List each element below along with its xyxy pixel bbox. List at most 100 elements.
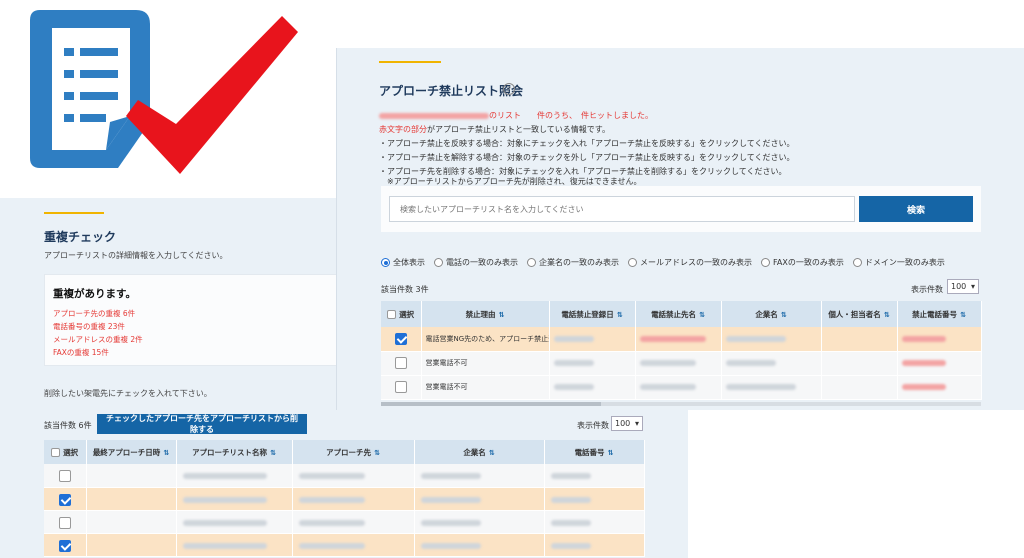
col-list-name[interactable]: アプローチリスト名称 ⇅ [176,440,293,464]
table-row[interactable] [44,510,645,534]
table-header-row: 選択 最終アプローチ日時 ⇅ アプローチリスト名称 ⇅ アプローチ先 ⇅ 企業名 ⇅ 電… [44,440,645,464]
col-company[interactable]: 企業名 ⇅ [414,440,545,464]
redacted-text [420,519,481,526]
col-approach-target[interactable]: アプローチ先 ⇅ [292,440,415,464]
duplicate-item-approach[interactable]: アプローチ先の重複 6件 [53,308,135,319]
instruction-line: ・アプローチ禁止を反映する場合：対象にチェックを入れ「アプローチ禁止を反映する」… [379,139,795,148]
document-list-icon [30,10,150,168]
page-title: 重複チェック [44,230,117,244]
redacted-text [182,519,267,526]
sort-icon[interactable]: ⇅ [699,311,705,319]
scrollbar-thumb[interactable] [381,402,601,406]
sort-icon[interactable]: ⇅ [960,311,966,319]
sort-icon[interactable]: ⇅ [163,449,169,457]
row-checkbox[interactable] [394,381,407,393]
redacted-text [420,496,481,503]
approach-ban-list-panel: アプローチ禁止リスト照会 ? のリスト 件のうち、 件ヒットしました。 赤文字の… [336,48,1024,410]
filter-email[interactable]: メールアドレスの一致のみ表示 [628,257,752,268]
col-ban-target[interactable]: 電話禁止先名 ⇅ [635,301,722,327]
radio-selected[interactable] [381,258,390,267]
result-summary: のリスト 件のうち、 件ヒットしました。 [379,110,653,121]
table-header-row: 選択 禁止理由 ⇅ 電話禁止登録日 ⇅ 電話禁止先名 ⇅ 企業名 ⇅ 個人・担当者名 ⇅ … [381,301,982,327]
table-row[interactable] [44,464,645,488]
sort-icon[interactable]: ⇅ [489,449,495,457]
redacted-text [639,384,696,390]
col-select[interactable]: 選択 [381,301,422,327]
radio[interactable] [434,258,443,267]
table-row[interactable]: 電話営業NG先のため、アプローチ禁止登録 [381,327,982,352]
col-phone[interactable]: 電話番号 ⇅ [544,440,645,464]
filter-fax[interactable]: FAXの一致のみ表示 [761,257,844,268]
search-area: 検索 [381,186,981,232]
sort-icon[interactable]: ⇅ [608,449,614,457]
sort-icon[interactable]: ⇅ [270,449,276,457]
sort-icon[interactable]: ⇅ [374,449,380,457]
redacted-text [725,384,796,390]
sort-icon[interactable]: ⇅ [617,311,623,319]
select-all-checkbox[interactable] [51,448,61,457]
filter-all[interactable]: 全体表示 [381,257,425,268]
select-all-checkbox[interactable] [387,310,397,319]
redacted-text [298,542,365,549]
col-last-approach[interactable]: 最終アプローチ日時 ⇅ [86,440,177,464]
radio[interactable] [527,258,536,267]
horizontal-scrollbar[interactable] [381,402,981,406]
col-ban-reason[interactable]: 禁止理由 ⇅ [421,301,550,327]
search-button[interactable]: 検索 [859,196,973,222]
duplicate-item-phone[interactable]: 電話番号の重複 23件 [53,321,125,332]
row-checkbox[interactable] [58,516,71,529]
ban-reason-cell: 営業電話不可 [421,351,550,376]
ban-reason-cell: 営業電話不可 [421,375,550,400]
table-row[interactable]: 営業電話不可 [381,375,982,400]
per-page-select[interactable]: 100 ▾ [947,279,979,294]
radio[interactable] [852,258,862,267]
redacted-text [298,473,365,480]
col-ban-date[interactable]: 電話禁止登録日 ⇅ [549,301,636,327]
row-checkbox[interactable] [394,332,407,345]
chevron-down-icon: ▾ [970,282,975,291]
chevron-down-icon: ▾ [634,419,639,428]
col-select[interactable]: 選択 [44,440,87,464]
red-checkmark-icon [126,16,298,174]
table-row[interactable] [44,533,645,557]
duplicate-summary-title: 重複があります。 [53,288,136,300]
row-checkbox[interactable] [58,539,71,552]
title-accent-rule [379,61,441,63]
filter-phone[interactable]: 電話の一致のみ表示 [434,257,518,268]
redacted-text [901,384,946,390]
duplicate-item-fax[interactable]: FAXの重複 15件 [53,347,109,358]
redacted-text [298,496,365,503]
row-checkbox[interactable] [58,493,71,506]
row-checkbox[interactable] [58,470,71,483]
help-icon[interactable]: ? [503,83,515,95]
redacted-text [550,473,591,480]
redacted-text [901,335,946,342]
redacted-text [420,473,481,480]
duplicate-item-email[interactable]: メールアドレスの重複 2件 [53,334,143,345]
delete-checked-button[interactable]: チェックしたアプローチ先をアプローチリストから削除する [97,414,307,434]
sort-icon[interactable]: ⇅ [781,311,787,319]
filter-domain[interactable]: ドメイン一致のみ表示 [852,257,945,268]
page-title: アプローチ禁止リスト照会 [379,84,524,98]
redacted-text [639,360,696,366]
table-row[interactable] [44,487,645,511]
filter-company[interactable]: 企業名の一致のみ表示 [527,257,619,268]
table-row[interactable]: 営業電話不可 [381,351,982,376]
radio[interactable] [628,258,637,267]
redacted-text [182,473,267,480]
sort-icon[interactable]: ⇅ [499,311,505,319]
redacted-text [553,335,594,342]
title-accent-rule [44,212,104,214]
col-person[interactable]: 個人・担当者名 ⇅ [821,301,898,327]
sort-icon[interactable]: ⇅ [884,311,890,319]
row-checkbox[interactable] [394,357,407,369]
search-input[interactable] [389,196,855,222]
col-company[interactable]: 企業名 ⇅ [721,301,822,327]
per-page-label: 表示件数 [577,421,609,430]
col-ban-phone[interactable]: 禁止電話番号 ⇅ [897,301,982,327]
document-checkmark-logo [30,10,298,174]
filter-radio-group: 全体表示 電話の一致のみ表示 企業名の一致のみ表示 メールアドレスの一致のみ表示… [381,257,945,268]
per-page-select[interactable]: 100 ▾ [611,416,643,431]
duplicate-table: 選択 最終アプローチ日時 ⇅ アプローチリスト名称 ⇅ アプローチ先 ⇅ 企業名 ⇅ 電… [44,440,645,557]
radio[interactable] [761,258,770,267]
